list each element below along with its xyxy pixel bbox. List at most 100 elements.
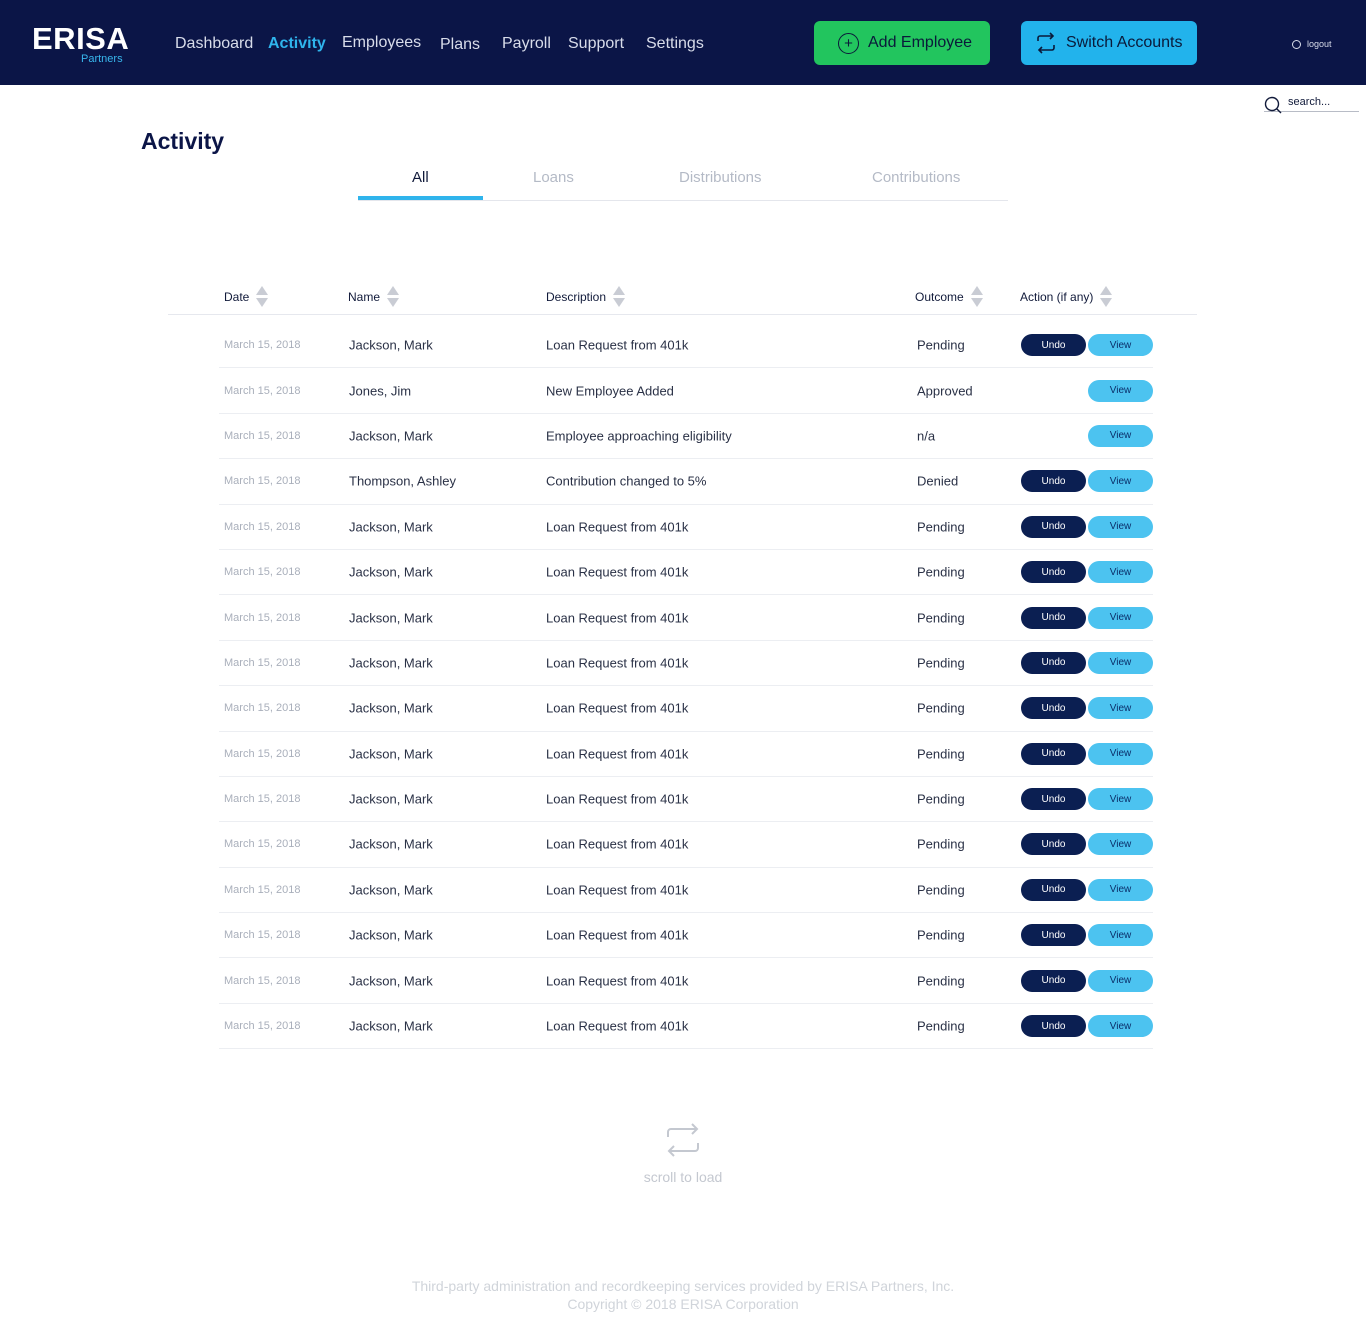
tab-all[interactable]: All xyxy=(412,169,429,186)
table-row: March 15, 2018 Jackson, Mark Employee appr… xyxy=(219,414,1153,460)
undo-button[interactable]: Undo xyxy=(1021,561,1086,584)
undo-button[interactable]: Undo xyxy=(1021,742,1086,765)
view-button[interactable]: View xyxy=(1088,561,1153,584)
table-row: March 15, 2018 Jackson, Mark Loan Request … xyxy=(219,550,1153,596)
view-button[interactable]: View xyxy=(1088,334,1153,357)
undo-button[interactable]: Undo xyxy=(1021,1015,1086,1038)
view-button[interactable]: View xyxy=(1088,878,1153,901)
undo-button[interactable]: Undo xyxy=(1021,878,1086,901)
row-outcome: Denied xyxy=(917,473,959,489)
row-outcome: Pending xyxy=(917,564,965,580)
row-date: March 15, 2018 xyxy=(224,611,301,624)
undo-button[interactable]: Undo xyxy=(1021,334,1086,357)
table-row: March 15, 2018 Jackson, Mark Loan Request … xyxy=(219,323,1153,369)
footer-copyright: Copyright © 2018 ERISA Corporation xyxy=(567,1296,799,1312)
view-button[interactable]: View xyxy=(1088,833,1153,856)
row-name: Jackson, Mark xyxy=(349,1018,433,1034)
view-button[interactable]: View xyxy=(1088,969,1153,992)
logout-link[interactable]: logout xyxy=(1292,39,1332,49)
column-header-action[interactable]: Action (if any) xyxy=(1020,286,1113,308)
view-button[interactable]: View xyxy=(1088,515,1153,538)
add-employee-button[interactable]: + Add Employee xyxy=(814,21,990,65)
view-button[interactable]: View xyxy=(1088,742,1153,765)
undo-button[interactable]: Undo xyxy=(1021,788,1086,811)
row-description: Loan Request from 401k xyxy=(546,610,689,626)
nav-item-plans[interactable]: Plans xyxy=(440,35,480,55)
row-name: Jackson, Mark xyxy=(349,564,433,580)
view-button[interactable]: View xyxy=(1088,788,1153,811)
view-button[interactable]: View xyxy=(1088,379,1153,402)
row-description: Loan Request from 401k xyxy=(546,564,689,580)
table-row: March 15, 2018 Jackson, Mark Loan Request … xyxy=(219,505,1153,550)
undo-button[interactable]: Undo xyxy=(1021,515,1086,538)
undo-button[interactable]: Undo xyxy=(1021,697,1086,720)
table-row: March 15, 2018 Jackson, Mark Loan Request … xyxy=(219,958,1153,1004)
row-outcome: Pending xyxy=(917,791,965,807)
table-row: March 15, 2018 Jackson, Mark Loan Request … xyxy=(219,686,1153,732)
undo-button[interactable]: Undo xyxy=(1021,969,1086,992)
undo-button[interactable]: Undo xyxy=(1021,651,1086,674)
column-label: Outcome xyxy=(915,290,964,304)
search-input[interactable] xyxy=(1288,96,1358,108)
column-header-date[interactable]: Date xyxy=(224,286,269,308)
row-description: Contribution changed to 5% xyxy=(546,473,707,489)
row-date: March 15, 2018 xyxy=(224,339,301,352)
table-header: Date Name Description Outcome Action (if… xyxy=(168,280,1197,315)
column-header-description[interactable]: Description xyxy=(546,286,626,308)
row-name: Jackson, Mark xyxy=(349,519,433,535)
nav-item-activity[interactable]: Activity xyxy=(268,34,326,54)
row-date: March 15, 2018 xyxy=(224,475,301,488)
row-description: Loan Request from 401k xyxy=(546,973,689,989)
row-name: Jackson, Mark xyxy=(349,337,433,353)
row-outcome: Pending xyxy=(917,519,965,535)
switch-accounts-label: Switch Accounts xyxy=(1066,34,1183,51)
undo-button[interactable]: Undo xyxy=(1021,924,1086,947)
row-outcome: Pending xyxy=(917,700,965,716)
view-button[interactable]: View xyxy=(1088,1015,1153,1038)
table-row: March 15, 2018 Jackson, Mark Loan Request … xyxy=(219,595,1153,641)
view-button[interactable]: View xyxy=(1088,606,1153,629)
column-header-name[interactable]: Name xyxy=(348,286,400,308)
undo-button[interactable]: Undo xyxy=(1021,470,1086,493)
undo-button[interactable]: Undo xyxy=(1021,606,1086,629)
column-header-outcome[interactable]: Outcome xyxy=(915,286,984,308)
view-button[interactable]: View xyxy=(1088,924,1153,947)
row-date: March 15, 2018 xyxy=(224,793,301,806)
nav-item-dashboard[interactable]: Dashboard xyxy=(175,34,253,54)
row-name: Jackson, Mark xyxy=(349,700,433,716)
undo-button[interactable]: Undo xyxy=(1021,833,1086,856)
activity-table-body: March 15, 2018 Jackson, Mark Loan Request … xyxy=(219,323,1153,1050)
view-button[interactable]: View xyxy=(1088,697,1153,720)
active-tab-indicator xyxy=(358,196,483,200)
row-date: March 15, 2018 xyxy=(224,520,301,533)
table-row: March 15, 2018 Jackson, Mark Loan Request … xyxy=(219,732,1153,777)
nav-item-employees[interactable]: Employees xyxy=(342,33,421,53)
search-box xyxy=(1264,96,1359,114)
row-outcome: Pending xyxy=(917,1018,965,1034)
nav-item-settings[interactable]: Settings xyxy=(646,34,704,54)
view-button[interactable]: View xyxy=(1088,651,1153,674)
page-title: Activity xyxy=(141,128,225,154)
tab-loans[interactable]: Loans xyxy=(533,169,574,186)
view-button[interactable]: View xyxy=(1088,470,1153,493)
table-row: March 15, 2018 Jones, Jim New Employee Add… xyxy=(219,368,1153,414)
row-name: Jackson, Mark xyxy=(349,791,433,807)
switch-accounts-button[interactable]: Switch Accounts xyxy=(1021,21,1197,65)
row-description: Loan Request from 401k xyxy=(546,882,689,898)
row-outcome: Pending xyxy=(917,927,965,943)
tab-distributions[interactable]: Distributions xyxy=(679,169,762,186)
plus-circle-icon: + xyxy=(838,32,859,54)
row-description: Loan Request from 401k xyxy=(546,337,689,353)
scroll-to-load[interactable]: scroll to load xyxy=(633,1121,733,1185)
row-description: Loan Request from 401k xyxy=(546,791,689,807)
view-button[interactable]: View xyxy=(1088,424,1153,447)
row-outcome: Pending xyxy=(917,882,965,898)
column-label: Date xyxy=(224,290,250,304)
nav-item-payroll[interactable]: Payroll xyxy=(502,34,551,54)
nav-item-support[interactable]: Support xyxy=(568,34,624,54)
top-navigation-bar: ERISA Partners Dashboard Activity Employ… xyxy=(0,0,1366,85)
row-date: March 15, 2018 xyxy=(224,656,301,669)
tab-contributions[interactable]: Contributions xyxy=(872,169,960,186)
erisa-logo[interactable]: ERISA Partners xyxy=(32,22,132,68)
row-date: March 15, 2018 xyxy=(224,1020,301,1033)
